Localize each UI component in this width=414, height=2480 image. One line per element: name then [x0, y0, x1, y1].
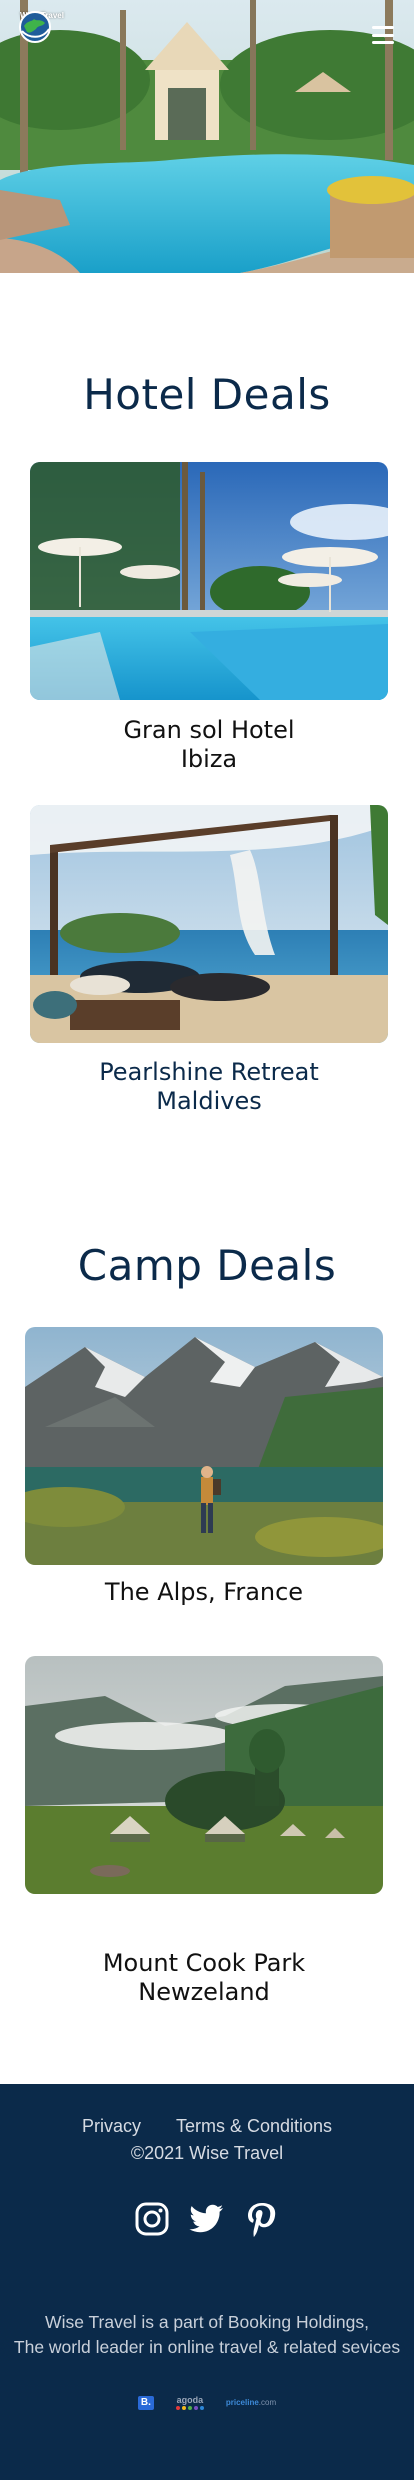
camp-mount-cook-photo [25, 1656, 383, 1894]
hotel-card-image-ibiza[interactable] [30, 462, 388, 700]
instagram-icon[interactable] [134, 2201, 170, 2237]
hotel-location: Ibiza [180, 745, 238, 773]
social-links [0, 2201, 414, 2237]
footer-about: Wise Travel is a part of Booking Holding… [0, 2310, 414, 2360]
about-line-2: The world leader in online travel & rela… [13, 2337, 401, 2357]
hotel-name: Pearlshine Retreat [99, 1058, 319, 1086]
hotel-card-image-maldives[interactable] [30, 805, 388, 1043]
agoda-logo[interactable]: agoda [175, 2395, 204, 2410]
hero-banner: Wise Travel [0, 0, 414, 273]
hotel-location: Maldives [156, 1087, 262, 1115]
copyright: ©2021 Wise Travel [130, 2143, 284, 2163]
priceline-logo-text: priceline [225, 2398, 259, 2407]
camp-location: Newzeland [138, 1978, 270, 2006]
camp-deals-title: Camp Deals [77, 1241, 337, 1290]
camp-name: The Alps, France [104, 1578, 304, 1606]
camp-caption-mount-cook[interactable]: Mount Cook Park Newzeland [25, 1949, 383, 2007]
about-line-1: Wise Travel is a part of Booking Holding… [45, 2312, 369, 2332]
priceline-logo-suffix: .com [258, 2398, 277, 2407]
camp-card-image-mount-cook[interactable] [25, 1656, 383, 1894]
hotel-ibiza-photo [30, 462, 388, 700]
priceline-logo[interactable]: priceline.com [226, 2398, 276, 2407]
terms-link[interactable]: Terms & Conditions [176, 2116, 332, 2136]
privacy-link[interactable]: Privacy [82, 2116, 141, 2136]
partner-logos: B. agoda priceline.com [0, 2395, 414, 2410]
footer: Privacy Terms & Conditions ©2021 Wise Tr… [0, 2084, 414, 2480]
booking-logo[interactable]: B. [137, 2395, 154, 2410]
hotel-deals-title: Hotel Deals [83, 370, 331, 419]
hamburger-menu-icon[interactable] [372, 26, 394, 44]
camp-caption-alps[interactable]: The Alps, France [25, 1578, 383, 1607]
globe-logo-icon [19, 11, 51, 43]
camp-card-image-alps[interactable] [25, 1327, 383, 1565]
pinterest-icon[interactable] [244, 2201, 280, 2237]
hotel-name: Gran sol Hotel [123, 716, 295, 744]
logo[interactable]: Wise Travel [18, 10, 66, 58]
hotel-caption-maldives[interactable]: Pearlshine Retreat Maldives [30, 1058, 388, 1116]
hotel-maldives-photo [30, 805, 388, 1043]
twitter-icon[interactable] [189, 2201, 225, 2237]
footer-links: Privacy Terms & Conditions [0, 2116, 414, 2137]
agoda-logo-text: agoda [176, 2395, 204, 2405]
hotel-caption-ibiza[interactable]: Gran sol Hotel Ibiza [30, 716, 388, 774]
camp-alps-photo [25, 1327, 383, 1565]
camp-name: Mount Cook Park [102, 1949, 306, 1977]
